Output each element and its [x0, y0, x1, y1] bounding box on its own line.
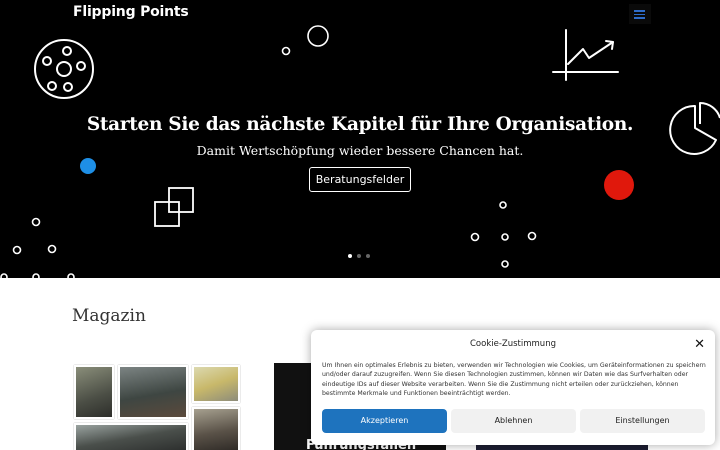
red-dot — [604, 170, 634, 200]
close-icon[interactable]: ✕ — [694, 337, 705, 352]
photo-workshop-2 — [118, 365, 188, 419]
photo-workshop-5 — [192, 407, 240, 450]
photo-workshop-3 — [192, 365, 240, 403]
cookie-dialog-title: Cookie-Zustimmung — [470, 339, 556, 349]
hero-title: Starten Sie das nächste Kapitel für Ihre… — [86, 114, 634, 135]
cookie-settings-button[interactable]: Einstellungen — [580, 409, 705, 433]
deny-cookies-button[interactable]: Ablehnen — [451, 409, 576, 433]
hero-subtitle: Damit Wertschöpfung wieder bessere Chanc… — [196, 143, 524, 158]
beratungsfelder-button[interactable]: Beratungsfelder — [309, 167, 411, 192]
slider-dot-3[interactable] — [366, 254, 370, 258]
cookie-consent-dialog: Cookie-Zustimmung ✕ Um Ihnen ein optimal… — [311, 330, 715, 445]
hero-decoration — [0, 25, 720, 278]
photo-workshop-4 — [74, 423, 188, 450]
photo-workshop-1 — [74, 365, 114, 419]
growth-chart-icon — [552, 29, 619, 81]
blue-dot — [80, 158, 96, 174]
section-title-magazin: Magazin — [72, 306, 146, 326]
slider-dot-2[interactable] — [357, 254, 361, 258]
film-reel-icon — [34, 39, 94, 99]
hero-slider: Flipping Points Starten Sie das nächste … — [0, 0, 720, 278]
overlapping-squares-icon — [154, 187, 194, 227]
slider-dot-1[interactable] — [348, 254, 352, 258]
magazin-card-1-image[interactable] — [72, 363, 244, 450]
cookie-dialog-text: Um Ihnen ein optimales Erlebnis zu biete… — [322, 362, 706, 398]
accept-cookies-button[interactable]: Akzeptieren — [322, 409, 447, 433]
